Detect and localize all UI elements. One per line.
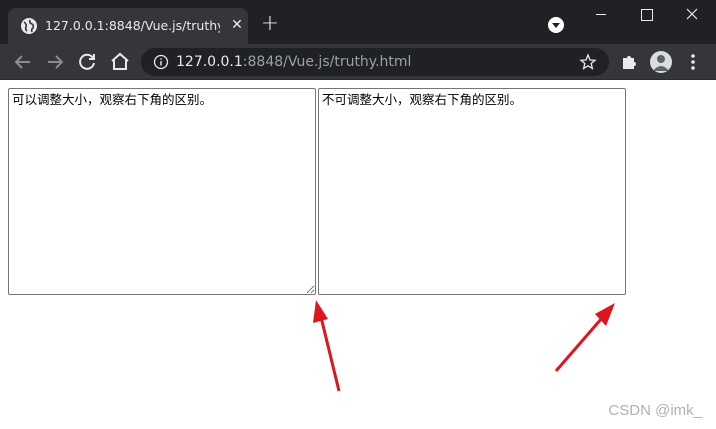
new-tab-button[interactable]: +: [260, 13, 280, 35]
address-bar[interactable]: 127.0.0.1:8848/Vue.js/truthy.html: [141, 48, 609, 76]
close-icon: [686, 8, 698, 20]
window-close-button[interactable]: [679, 4, 705, 24]
minimize-button[interactable]: [588, 4, 614, 24]
red-arrow-right: [554, 303, 615, 372]
home-icon[interactable]: [108, 50, 132, 74]
page-content: 可以调整大小，观察右下角的区别。 不可调整大小，观察右下角的区别。 CSDN @…: [0, 81, 716, 429]
maximize-button[interactable]: [633, 4, 659, 24]
arrow-left-icon[interactable]: [11, 50, 35, 74]
watermark: CSDN @imk_: [608, 402, 702, 419]
annotation-arrows: [313, 300, 615, 392]
url-text: 127.0.0.1:8848/Vue.js/truthy.html: [176, 54, 411, 70]
url-host: 127.0.0.1: [176, 54, 243, 70]
arrow-right-icon[interactable]: [43, 50, 67, 74]
red-arrow-left: [313, 300, 341, 392]
globe-icon: [21, 18, 37, 34]
star-icon[interactable]: [579, 53, 597, 71]
tab-close-icon[interactable]: ✕: [228, 16, 246, 34]
browser-titlebar: 127.0.0.1:8848/Vue.js/truthy.ht ✕ +: [0, 0, 716, 44]
info-icon[interactable]: [153, 54, 169, 70]
puzzle-icon[interactable]: [619, 52, 639, 72]
tab-title: 127.0.0.1:8848/Vue.js/truthy.ht: [45, 18, 220, 33]
avatar-icon[interactable]: [650, 51, 672, 73]
url-path: :8848/Vue.js/truthy.html: [242, 54, 412, 70]
tab-search-icon[interactable]: [548, 17, 564, 33]
browser-tab[interactable]: 127.0.0.1:8848/Vue.js/truthy.ht ✕: [8, 8, 248, 44]
reload-icon[interactable]: [75, 50, 99, 74]
kebab-menu-icon[interactable]: [686, 52, 700, 72]
browser-toolbar: 127.0.0.1:8848/Vue.js/truthy.html: [0, 44, 716, 80]
